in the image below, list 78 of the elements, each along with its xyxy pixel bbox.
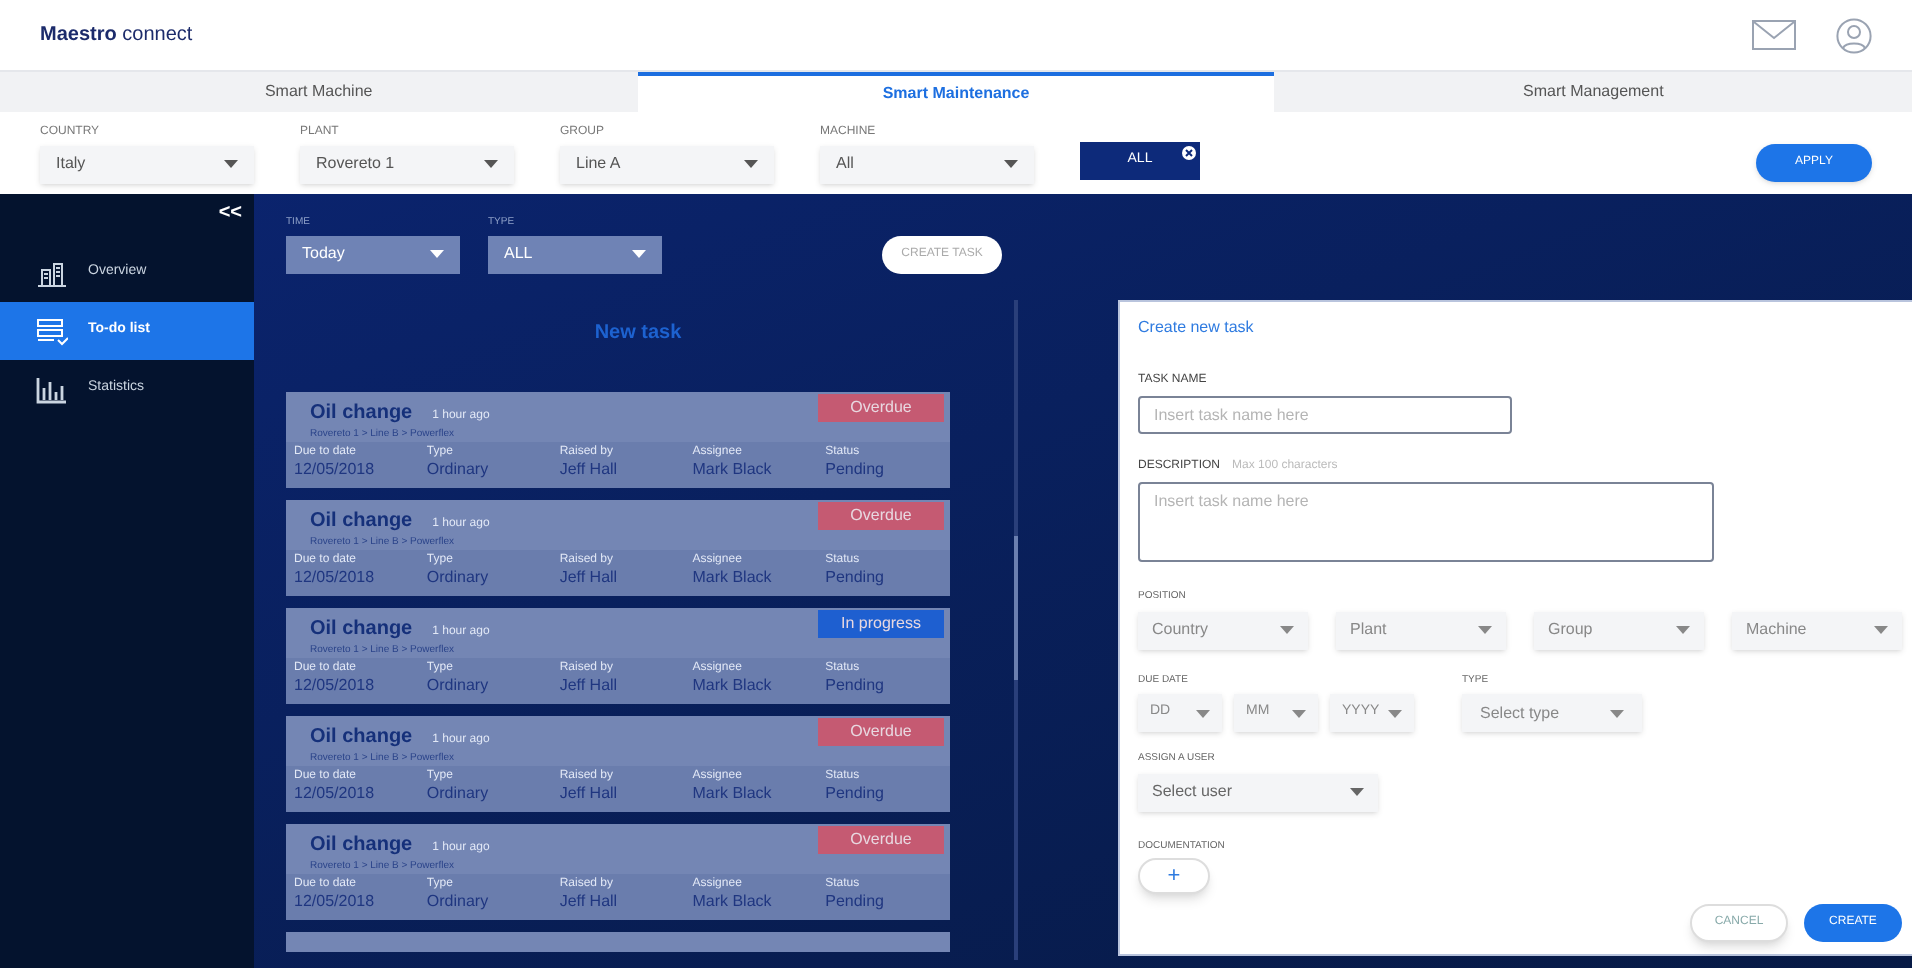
- tab[interactable]: Smart Management: [1274, 72, 1912, 112]
- user-icon[interactable]: [1836, 17, 1872, 53]
- field-value: Jeff Hall: [559, 893, 620, 909]
- field-value: Pending: [825, 461, 886, 477]
- field-value: 12/05/2018: [294, 569, 377, 585]
- filter-select[interactable]: Rovereto 1: [300, 145, 514, 183]
- caret-icon: [1478, 626, 1492, 634]
- type-select[interactable]: Select type: [1462, 694, 1642, 732]
- filter-select[interactable]: Italy: [40, 145, 254, 183]
- field-value: 12/05/2018: [294, 677, 377, 693]
- field-value: Mark Black: [692, 677, 774, 693]
- position-select[interactable]: Country: [1138, 611, 1308, 649]
- status-badge: Overdue: [818, 393, 944, 421]
- field-value: 12/05/2018: [294, 785, 377, 801]
- field-value: 12/05/2018: [294, 893, 377, 909]
- field-value: Ordinary: [426, 893, 491, 909]
- caret-icon: [1610, 709, 1624, 717]
- caret-icon: [1874, 626, 1888, 634]
- field-value: Pending: [825, 893, 886, 909]
- caret-icon: [1676, 626, 1690, 634]
- field-value: Mark Black: [692, 461, 774, 477]
- field-value: Mark Black: [692, 893, 774, 909]
- caret-icon: [744, 160, 758, 168]
- field-value: Pending: [825, 569, 886, 585]
- new-task-heading: New task: [594, 319, 682, 347]
- filter-select[interactable]: Line A: [560, 145, 774, 183]
- caret-icon: [1350, 788, 1364, 796]
- add-document-button[interactable]: +: [1138, 858, 1210, 894]
- filter-select[interactable]: All: [820, 145, 1034, 183]
- task-title: Oil change: [310, 831, 413, 859]
- caret-icon: [224, 160, 238, 168]
- status-badge: In progress: [818, 609, 944, 637]
- building-icon: [36, 259, 68, 287]
- task-title: Oil change: [310, 723, 413, 751]
- caret-icon: [484, 160, 498, 168]
- close-icon[interactable]: [1182, 146, 1196, 160]
- field-value: Mark Black: [692, 785, 774, 801]
- task-name-input[interactable]: Insert task name here: [1138, 396, 1512, 434]
- field-value: Ordinary: [426, 461, 491, 477]
- caret-icon: [632, 250, 646, 258]
- field-value: Jeff Hall: [559, 461, 620, 477]
- field-value: Jeff Hall: [559, 677, 620, 693]
- list-icon: [36, 317, 68, 345]
- caret-icon: [430, 250, 444, 258]
- tab[interactable]: Smart Machine: [0, 72, 638, 112]
- panel-title: Create new task: [1138, 316, 1256, 340]
- position-select[interactable]: Machine: [1732, 611, 1902, 649]
- task-title: Oil change: [310, 507, 413, 535]
- task-title: Oil change: [310, 615, 413, 643]
- field-value: Jeff Hall: [559, 569, 620, 585]
- collapse-button[interactable]: <<: [218, 198, 242, 228]
- field-value: Pending: [825, 785, 886, 801]
- scrollbar-thumb[interactable]: [1014, 536, 1018, 680]
- status-badge: Overdue: [818, 501, 944, 529]
- filter-select[interactable]: ALL: [488, 235, 662, 273]
- task-title: Oil change: [310, 399, 413, 427]
- logo: Maestro connect: [40, 22, 193, 50]
- status-badge: Overdue: [818, 717, 944, 745]
- field-value: Pending: [825, 677, 886, 693]
- field-value: Ordinary: [426, 785, 491, 801]
- bar-chart-icon: [36, 375, 68, 403]
- caret-icon: [1292, 709, 1306, 717]
- filter-select[interactable]: Today: [286, 235, 460, 273]
- caret-icon: [1004, 160, 1018, 168]
- position-select[interactable]: Group: [1534, 611, 1704, 649]
- caret-icon: [1388, 709, 1402, 717]
- user-select[interactable]: Select user: [1138, 773, 1378, 811]
- field-value: Ordinary: [426, 569, 491, 585]
- field-value: Jeff Hall: [559, 785, 620, 801]
- caret-icon: [1280, 626, 1294, 634]
- field-value: 12/05/2018: [294, 461, 377, 477]
- caret-icon: [1196, 709, 1210, 717]
- status-badge: Overdue: [818, 825, 944, 853]
- mail-icon[interactable]: [1752, 20, 1796, 50]
- field-value: Ordinary: [426, 677, 491, 693]
- field-value: Mark Black: [692, 569, 774, 585]
- description-input[interactable]: Insert task name here: [1138, 482, 1714, 562]
- position-select[interactable]: Plant: [1336, 611, 1506, 649]
